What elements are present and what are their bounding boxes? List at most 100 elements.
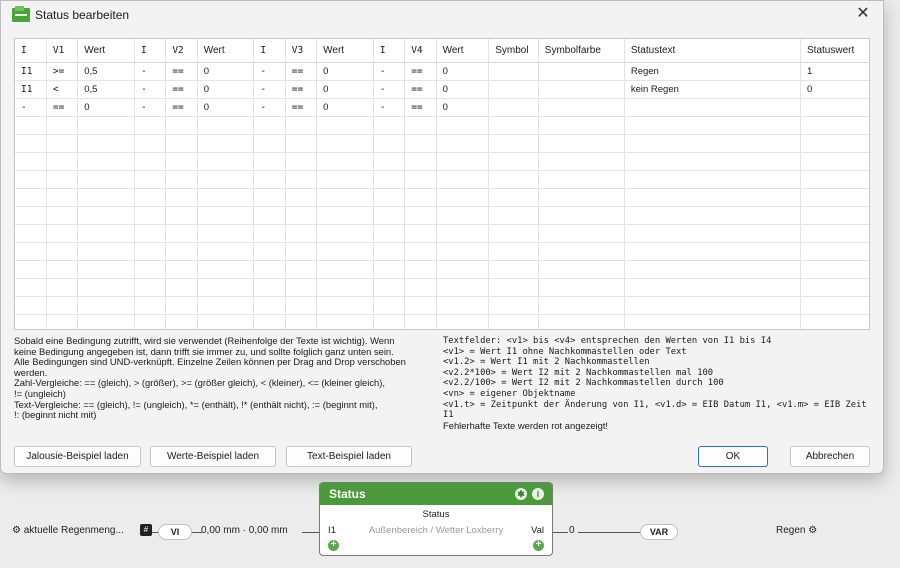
table-cell[interactable] [373,152,406,171]
table-cell[interactable] [165,134,198,153]
table-cell[interactable]: == [404,80,437,99]
table-cell[interactable] [488,242,539,261]
table-cell[interactable] [197,116,255,135]
table-cell[interactable] [624,206,802,225]
table-cell[interactable] [624,170,802,189]
table-cell[interactable] [404,260,437,279]
table-cell[interactable] [134,206,167,225]
table-cell[interactable] [165,152,198,171]
input-source[interactable]: ⚙ aktuelle Regenmeng... [12,525,124,536]
table-cell[interactable] [488,296,539,315]
table-cell[interactable]: - [134,62,167,81]
table-cell[interactable] [285,260,318,279]
table-cell[interactable] [488,260,539,279]
table-cell[interactable] [436,278,490,297]
table-cell[interactable] [404,224,437,243]
table-cell[interactable] [253,224,286,243]
table-cell[interactable] [436,314,490,329]
table-cell[interactable]: I1 [15,62,47,81]
info-icon[interactable]: i [532,488,544,500]
table-cell[interactable] [134,296,167,315]
table-cell[interactable] [285,278,318,297]
table-cell[interactable] [624,278,802,297]
table-cell[interactable] [46,206,79,225]
table-cell[interactable] [624,188,802,207]
table-cell[interactable]: == [165,98,198,117]
input-pill[interactable]: VI [158,524,192,540]
table-cell[interactable]: == [165,80,198,99]
table-cell[interactable] [15,188,47,207]
table-cell[interactable] [436,188,490,207]
table-cell[interactable] [488,314,539,329]
table-cell[interactable] [488,206,539,225]
table-cell[interactable] [46,116,79,135]
table-cell[interactable] [77,278,135,297]
table-cell[interactable]: == [285,98,318,117]
table-cell[interactable] [15,296,47,315]
table-cell[interactable] [316,206,374,225]
table-row[interactable] [15,188,869,207]
table-cell[interactable]: - [134,98,167,117]
table-cell[interactable] [77,116,135,135]
table-cell[interactable] [316,170,374,189]
table-cell[interactable] [436,224,490,243]
table-cell[interactable] [488,62,539,81]
table-cell[interactable] [197,134,255,153]
table-cell[interactable] [134,116,167,135]
table-cell[interactable] [800,116,869,135]
table-cell[interactable] [197,206,255,225]
table-cell[interactable]: 0 [436,80,490,99]
table-cell[interactable] [46,170,79,189]
table-cell[interactable] [316,296,374,315]
table-cell[interactable] [436,170,490,189]
table-cell[interactable] [285,224,318,243]
table-cell[interactable] [436,296,490,315]
table-cell[interactable] [134,188,167,207]
table-cell[interactable] [15,242,47,261]
table-cell[interactable] [316,116,374,135]
table-cell[interactable] [538,80,625,99]
column-header[interactable]: V3 [285,39,318,63]
table-cell[interactable] [373,170,406,189]
table-cell[interactable] [436,242,490,261]
table-cell[interactable] [134,170,167,189]
table-cell[interactable] [77,296,135,315]
column-header[interactable]: Statuswert [800,39,869,63]
table-cell[interactable]: 1 [800,62,869,81]
table-cell[interactable] [253,260,286,279]
table-cell[interactable] [538,134,625,153]
table-cell[interactable] [197,314,255,329]
table-row[interactable]: I1 <0,5- == 0- == 0- == 0 kein Regen 0 [15,80,869,99]
table-cell[interactable] [373,206,406,225]
table-cell[interactable] [15,314,47,329]
output-target[interactable]: Regen ⚙ [776,525,817,536]
table-cell[interactable] [436,116,490,135]
table-cell[interactable]: 0,5 [77,80,135,99]
table-cell[interactable] [77,170,135,189]
table-cell[interactable] [134,152,167,171]
table-cell[interactable] [538,224,625,243]
table-cell[interactable] [316,224,374,243]
table-cell[interactable] [538,260,625,279]
table-cell[interactable] [285,188,318,207]
table-cell[interactable] [404,296,437,315]
table-cell[interactable] [165,260,198,279]
table-cell[interactable] [488,188,539,207]
table-row[interactable] [15,242,869,261]
table-cell[interactable] [15,224,47,243]
table-cell[interactable] [15,116,47,135]
table-cell[interactable] [316,278,374,297]
table-cell[interactable] [538,206,625,225]
table-cell[interactable]: - [253,62,286,81]
table-cell[interactable] [624,260,802,279]
table-cell[interactable] [316,314,374,329]
table-cell[interactable]: 0 [197,98,255,117]
column-header[interactable]: V2 [165,39,198,63]
column-header[interactable]: Statustext [624,39,802,63]
table-cell[interactable] [800,152,869,171]
add-output-icon[interactable]: + [533,540,544,551]
table-cell[interactable] [538,188,625,207]
table-cell[interactable] [488,224,539,243]
table-cell[interactable] [15,152,47,171]
table-cell[interactable] [404,188,437,207]
